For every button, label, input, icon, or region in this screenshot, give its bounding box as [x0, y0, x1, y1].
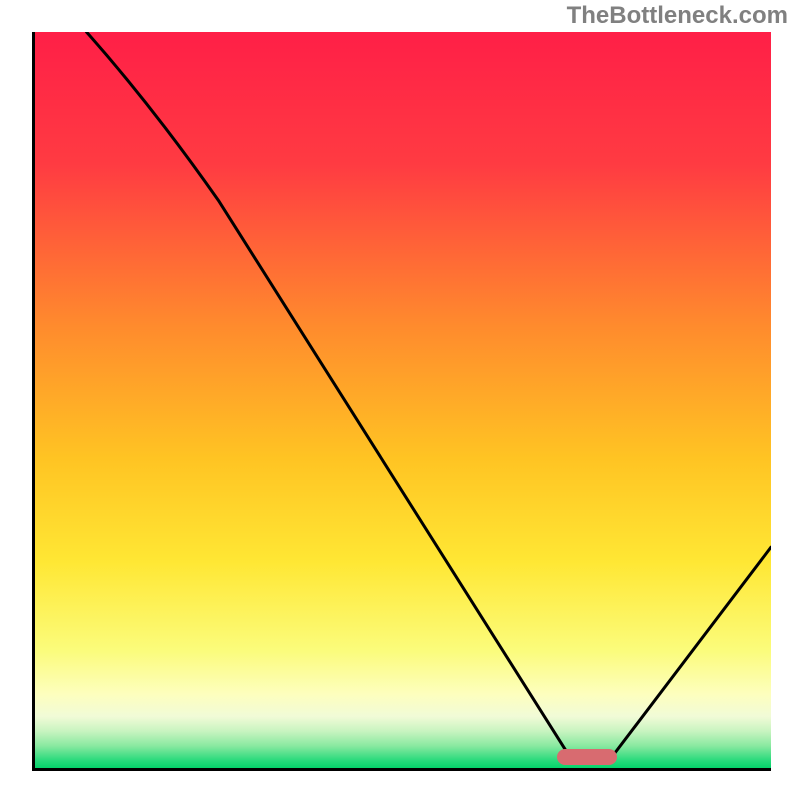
- plot-area: [32, 32, 771, 771]
- watermark-text: TheBottleneck.com: [567, 2, 788, 30]
- optimal-marker: [557, 749, 617, 765]
- chart-container: TheBottleneck.com: [0, 0, 800, 800]
- bottleneck-curve: [35, 32, 771, 768]
